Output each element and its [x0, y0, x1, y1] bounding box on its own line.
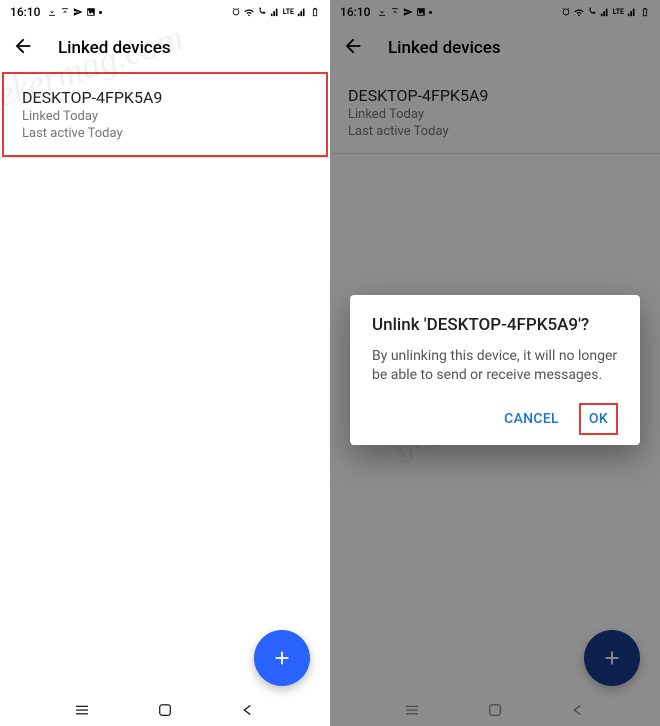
linked-device-item[interactable]: DESKTOP-4FPK5A9 Linked Today Last active… — [330, 72, 660, 153]
add-device-fab[interactable] — [254, 630, 310, 686]
upload-icon — [390, 7, 400, 17]
battery-icon — [310, 7, 320, 17]
add-device-fab[interactable] — [584, 630, 640, 686]
page-title: Linked devices — [58, 38, 171, 58]
phone-screen-right: 16:10 LTE Linked devices DESKTOP-4FPK5A9… — [330, 0, 660, 726]
download-icon — [47, 7, 57, 17]
wifi-icon — [244, 7, 254, 17]
dialog-actions: CANCEL OK — [372, 403, 618, 435]
status-bar: 16:10 LTE — [330, 0, 660, 24]
divider — [330, 153, 660, 154]
status-bar: 16:10 LTE — [0, 0, 330, 24]
android-navbar — [330, 694, 660, 726]
dialog-title: Unlink 'DESKTOP-4FPK5A9'? — [372, 315, 618, 335]
alarm-icon — [561, 7, 571, 17]
device-name: DESKTOP-4FPK5A9 — [22, 88, 308, 107]
lte-icon: LTE — [283, 8, 294, 16]
cancel-button[interactable]: CANCEL — [494, 403, 569, 435]
ok-button[interactable]: OK — [579, 403, 618, 435]
device-name: DESKTOP-4FPK5A9 — [348, 86, 642, 105]
device-last-active: Last active Today — [348, 124, 642, 139]
app-header: Linked devices — [0, 24, 330, 72]
back-button[interactable] — [12, 35, 34, 61]
divider — [0, 157, 330, 158]
dialog-body: By unlinking this device, it will no lon… — [372, 347, 618, 385]
dot-icon — [429, 11, 432, 14]
wifi-icon — [574, 7, 584, 17]
dot-icon — [99, 11, 102, 14]
send-icon — [73, 7, 83, 17]
status-time: 16:10 — [340, 5, 370, 19]
arrow-back-icon — [12, 35, 34, 57]
device-linked: Linked Today — [348, 107, 642, 122]
plus-icon — [601, 647, 623, 669]
linked-device-item[interactable]: DESKTOP-4FPK5A9 Linked Today Last active… — [2, 72, 328, 157]
home-icon[interactable] — [486, 701, 504, 719]
back-nav-icon[interactable] — [569, 701, 587, 719]
phone-screen-left: geekermag.com 16:10 LTE Linked devices D… — [0, 0, 330, 726]
volte-icon — [257, 7, 267, 17]
unlink-dialog: Unlink 'DESKTOP-4FPK5A9'? By unlinking t… — [350, 295, 640, 445]
battery-icon — [640, 7, 650, 17]
signal-icon — [270, 7, 280, 17]
image-icon — [416, 7, 426, 17]
status-left: 16:10 — [340, 5, 432, 19]
device-last-active: Last active Today — [22, 126, 308, 141]
download-icon — [377, 7, 387, 17]
image-icon — [86, 7, 96, 17]
volte-icon — [587, 7, 597, 17]
home-icon[interactable] — [156, 701, 174, 719]
app-header: Linked devices — [330, 24, 660, 72]
signal-icon — [600, 7, 610, 17]
arrow-back-icon — [342, 35, 364, 57]
recents-icon[interactable] — [73, 701, 91, 719]
status-right: LTE — [561, 7, 650, 17]
signal-icon — [297, 7, 307, 17]
status-time: 16:10 — [10, 5, 40, 19]
plus-icon — [271, 647, 293, 669]
send-icon — [403, 7, 413, 17]
back-nav-icon[interactable] — [239, 701, 257, 719]
status-right: LTE — [231, 7, 320, 17]
page-title: Linked devices — [388, 38, 501, 58]
signal-icon — [627, 7, 637, 17]
alarm-icon — [231, 7, 241, 17]
recents-icon[interactable] — [403, 701, 421, 719]
back-button[interactable] — [342, 35, 364, 61]
status-left: 16:10 — [10, 5, 102, 19]
lte-icon: LTE — [613, 8, 624, 16]
device-linked: Linked Today — [22, 109, 308, 124]
upload-icon — [60, 7, 70, 17]
android-navbar — [0, 694, 330, 726]
